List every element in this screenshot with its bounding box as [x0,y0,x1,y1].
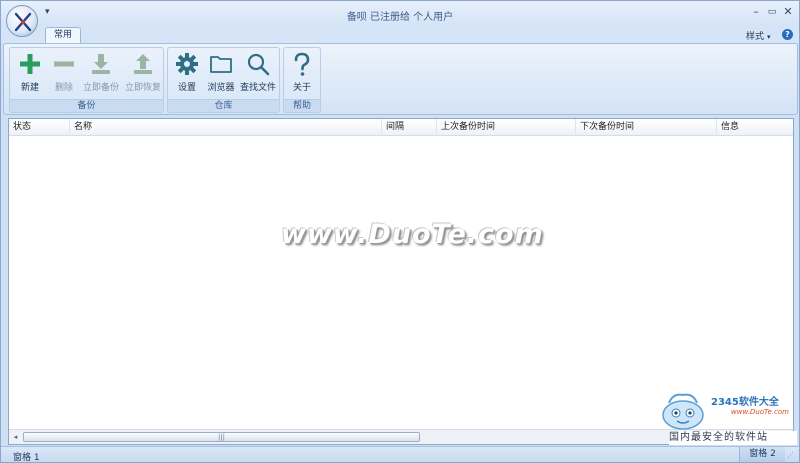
window-title: 备呗 已注册给 个人用户 [346,12,454,23]
download-icon [92,54,110,74]
gear-icon [176,53,198,75]
corner-logo-site: www.DuoTe.com [731,408,789,416]
settings-button[interactable]: 设置 [170,50,204,98]
status-pane-2: 窗格 2 [739,447,785,462]
tab-common[interactable]: 常用 [45,27,81,44]
browser-label: 浏览器 [207,83,235,93]
list-column-header: 状态 名称 间隔 上次备份时间 下次备份时间 信息 [9,119,793,136]
ribbon-tab-row: 常用 样式 ▾ ? [1,25,799,44]
restore-now-button[interactable]: 立即恢复 [122,50,164,98]
close-button[interactable]: ✕ [781,6,795,18]
new-button[interactable]: 新建 [12,50,48,98]
mascot-icon [662,393,704,430]
app-logo-icon [14,12,32,32]
browser-button[interactable]: 浏览器 [204,50,238,98]
ribbon-group-label-backup: 备份 [10,99,163,112]
about-button[interactable]: 关于 [286,50,318,98]
status-pane-1: 窗格 1 [13,453,40,463]
ribbon-group-label-repository: 仓库 [168,99,279,112]
new-button-label: 新建 [20,83,39,93]
backup-now-button[interactable]: 立即备份 [80,50,122,98]
application-menu-button[interactable] [6,5,38,37]
help-icon[interactable]: ? [782,29,793,40]
find-file-label: 查找文件 [239,83,276,93]
search-icon [247,53,270,76]
ribbon-group-help: 关于 帮助 [283,47,321,113]
style-menu-label: 样式 [746,32,765,42]
scroll-left-icon[interactable]: ◂ [10,432,21,443]
resize-grip-icon[interactable]: ⋰ [787,451,794,459]
column-next-backup-time[interactable]: 下次备份时间 [576,119,717,136]
column-info[interactable]: 信息 [717,119,793,136]
ribbon-group-backup: 新建 删除 立即备份 立即恢复 备份 [9,47,164,113]
status-bar: 窗格 1 窗格 2 ⋰ [1,446,799,463]
plus-icon [20,54,40,74]
watermark-text: www.DuoTe.com [281,219,544,250]
column-last-backup-time[interactable]: 上次备份时间 [437,119,576,136]
ribbon: 新建 删除 立即备份 立即恢复 备份 设置 浏览器 查找文件 仓库 关于 帮助 [3,43,798,115]
folder-icon [210,56,232,73]
backup-now-label: 立即备份 [82,83,119,93]
upload-icon [134,54,152,74]
scrollbar-thumb[interactable]: ||| [23,432,420,442]
style-menu[interactable]: 样式 ▾ [746,29,771,42]
minus-icon [54,61,74,67]
restore-now-label: 立即恢复 [124,83,161,93]
corner-logo-brand: 2345软件大全 [711,397,779,408]
about-label: 关于 [292,83,311,93]
bottom-caption: 国内最安全的软件站 [669,431,797,445]
app-window: ▾ 备呗 已注册给 个人用户 – ▭ ✕ 常用 样式 ▾ ? 新建 删除 立即备… [0,0,800,463]
column-name[interactable]: 名称 [70,119,382,136]
column-interval[interactable]: 间隔 [382,119,437,136]
column-status[interactable]: 状态 [9,119,70,136]
maximize-button[interactable]: ▭ [765,6,779,18]
delete-button-label: 删除 [54,83,73,93]
minimize-button[interactable]: – [749,6,763,18]
chevron-down-icon: ▾ [767,33,771,41]
settings-label: 设置 [177,83,196,93]
ribbon-group-repository: 设置 浏览器 查找文件 仓库 [167,47,280,113]
delete-button[interactable]: 删除 [48,50,80,98]
title-bar: ▾ 备呗 已注册给 个人用户 – ▭ ✕ [1,1,799,25]
ribbon-group-label-help: 帮助 [284,99,320,112]
find-file-button[interactable]: 查找文件 [238,50,278,98]
question-icon [294,52,310,76]
